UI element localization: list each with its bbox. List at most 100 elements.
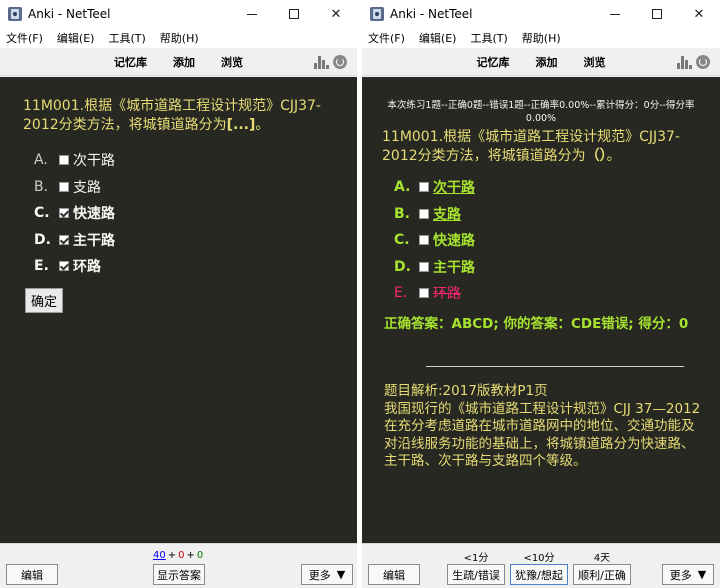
new-count[interactable]: 40 xyxy=(153,550,166,561)
option-checkbox xyxy=(419,235,429,246)
ease-3-interval: 4天 xyxy=(593,553,611,564)
more-label: 更多 xyxy=(308,568,331,582)
menu-help[interactable]: 帮助(H) xyxy=(160,30,199,46)
option-e[interactable]: E. 环路 xyxy=(34,253,115,280)
menu-edit[interactable]: 编辑(E) xyxy=(419,30,457,46)
close-button[interactable]: ✕ xyxy=(678,0,720,28)
menu-tools[interactable]: 工具(T) xyxy=(108,30,145,46)
more-button[interactable]: 更多 ▼ xyxy=(662,564,714,585)
maximize-icon xyxy=(289,9,299,19)
close-icon: ✕ xyxy=(693,6,705,22)
minimize-button[interactable] xyxy=(594,0,636,28)
option-checkbox xyxy=(419,182,429,193)
option-letter: A. xyxy=(394,179,411,196)
option-a: A. 次干路 xyxy=(394,174,475,201)
practice-stats: 本次练习1题--正确0题--错误1题--正确率0.00%--累计得分：0分--得… xyxy=(387,100,695,124)
confirm-button[interactable]: 确定 xyxy=(25,288,63,313)
answer-result: 正确答案：ABCD; 你的答案：CDE错误; 得分：0 xyxy=(384,316,689,332)
sync-icon[interactable] xyxy=(696,55,710,69)
option-b: B. 支路 xyxy=(394,201,475,228)
question-suffix: 。 xyxy=(255,117,270,133)
show-answer-button[interactable]: 显示答案 xyxy=(153,564,205,585)
ease-good-button[interactable]: 顺利/正确 xyxy=(573,564,631,585)
toolbar-add-link[interactable]: 添加 xyxy=(173,54,195,70)
maximize-icon xyxy=(652,9,662,19)
option-e: E. 环路 xyxy=(394,280,475,307)
minimize-icon xyxy=(247,13,257,15)
minimize-icon xyxy=(610,13,620,15)
maximize-button[interactable] xyxy=(273,0,315,28)
anki-window-question: Anki - NetTeel ✕ 文件(F) 编辑(E) 工具(T) 帮助(H)… xyxy=(0,0,357,588)
divider xyxy=(426,366,684,367)
option-letter: E. xyxy=(34,258,49,275)
toolbar-decks-link[interactable]: 记忆库 xyxy=(114,54,147,70)
menu-bar: 文件(F) 编辑(E) 工具(T) 帮助(H) xyxy=(362,28,720,48)
option-checkbox[interactable] xyxy=(59,155,69,166)
menu-file[interactable]: 文件(F) xyxy=(6,30,43,46)
option-text: 快速路 xyxy=(433,233,475,250)
minimize-button[interactable] xyxy=(231,0,273,28)
triangle-down-icon: ▼ xyxy=(697,568,707,581)
option-text: 支路 xyxy=(73,179,101,196)
option-checkbox xyxy=(419,208,429,219)
menu-help[interactable]: 帮助(H) xyxy=(522,30,561,46)
option-checkbox[interactable] xyxy=(59,261,69,272)
toolbar-browse-link[interactable]: 浏览 xyxy=(584,54,606,70)
option-b[interactable]: B. 支路 xyxy=(34,174,115,201)
option-letter: B. xyxy=(394,205,410,222)
window-title: Anki - NetTeel xyxy=(28,7,111,21)
sync-icon[interactable] xyxy=(333,55,347,69)
anki-app-icon xyxy=(370,7,384,21)
answer-blank: （） xyxy=(585,148,607,164)
ease-1-interval: <1分 xyxy=(463,553,489,564)
menu-edit[interactable]: 编辑(E) xyxy=(57,30,95,46)
window-title: Anki - NetTeel xyxy=(390,7,473,21)
ease-hard-button[interactable]: 犹豫/想起 xyxy=(510,564,568,585)
toolbar: 记忆库 添加 浏览 xyxy=(0,48,357,76)
option-text: 快速路 xyxy=(73,206,115,223)
close-icon: ✕ xyxy=(330,6,342,22)
stats-icon[interactable] xyxy=(677,55,692,69)
toolbar-decks-link[interactable]: 记忆库 xyxy=(477,54,510,70)
anki-app-icon xyxy=(8,7,22,21)
option-letter: E. xyxy=(394,285,408,302)
due-counts: 40 +0 +0 xyxy=(153,550,203,561)
toolbar-add-link[interactable]: 添加 xyxy=(536,54,558,70)
option-checkbox[interactable] xyxy=(59,181,69,192)
more-button[interactable]: 更多 ▼ xyxy=(301,564,353,585)
close-button[interactable]: ✕ xyxy=(315,0,357,28)
bottom-bar: 编辑 40 +0 +0 显示答案 更多 ▼ xyxy=(0,543,357,588)
more-label: 更多 xyxy=(669,568,692,582)
toolbar-icons xyxy=(677,55,710,69)
question-prefix: 11M001.根据《城市道路工程设计规范》CJJ37-2012分类方法，将城镇道… xyxy=(382,129,680,164)
bottom-bar: 编辑 <1分 生疏/错误 <10分 犹豫/想起 4天 顺利/正确 更多 ▼ xyxy=(362,543,720,588)
option-text: 主干路 xyxy=(73,232,115,249)
menu-bar: 文件(F) 编辑(E) 工具(T) 帮助(H) xyxy=(0,28,357,48)
option-text: 支路 xyxy=(433,206,461,223)
count-separator: + xyxy=(186,550,195,561)
option-letter: B. xyxy=(34,178,49,195)
stats-icon[interactable] xyxy=(314,55,329,69)
menu-file[interactable]: 文件(F) xyxy=(368,30,405,46)
option-a[interactable]: A. 次干路 xyxy=(34,147,115,174)
option-text: 次干路 xyxy=(433,180,475,197)
option-d[interactable]: D. 主干路 xyxy=(34,227,115,254)
question-text: 11M001.根据《城市道路工程设计规范》CJJ37-2012分类方法，将城镇道… xyxy=(382,128,707,166)
edit-button[interactable]: 编辑 xyxy=(6,564,58,585)
option-checkbox[interactable] xyxy=(59,234,69,245)
title-bar: Anki - NetTeel ✕ xyxy=(362,0,720,28)
ease-2-interval: <10分 xyxy=(523,553,555,564)
toolbar-browse-link[interactable]: 浏览 xyxy=(221,54,243,70)
option-c[interactable]: C. 快速路 xyxy=(34,200,115,227)
menu-tools[interactable]: 工具(T) xyxy=(470,30,507,46)
option-letter: D. xyxy=(394,258,411,275)
option-text: 环路 xyxy=(433,286,461,303)
explanation-body: 我国现行的《城市道路工程设计规范》CJJ 37—2012在充分考虑道路在城市道路… xyxy=(384,400,701,470)
ease-again-button[interactable]: 生疏/错误 xyxy=(447,564,505,585)
count-separator: + xyxy=(167,550,177,561)
option-checkbox[interactable] xyxy=(59,208,69,219)
edit-button[interactable]: 编辑 xyxy=(368,564,420,585)
option-text: 环路 xyxy=(73,259,101,276)
explanation: 题目解析:2017版教材P1页 我国现行的《城市道路工程设计规范》CJJ 37—… xyxy=(384,383,704,471)
maximize-button[interactable] xyxy=(636,0,678,28)
